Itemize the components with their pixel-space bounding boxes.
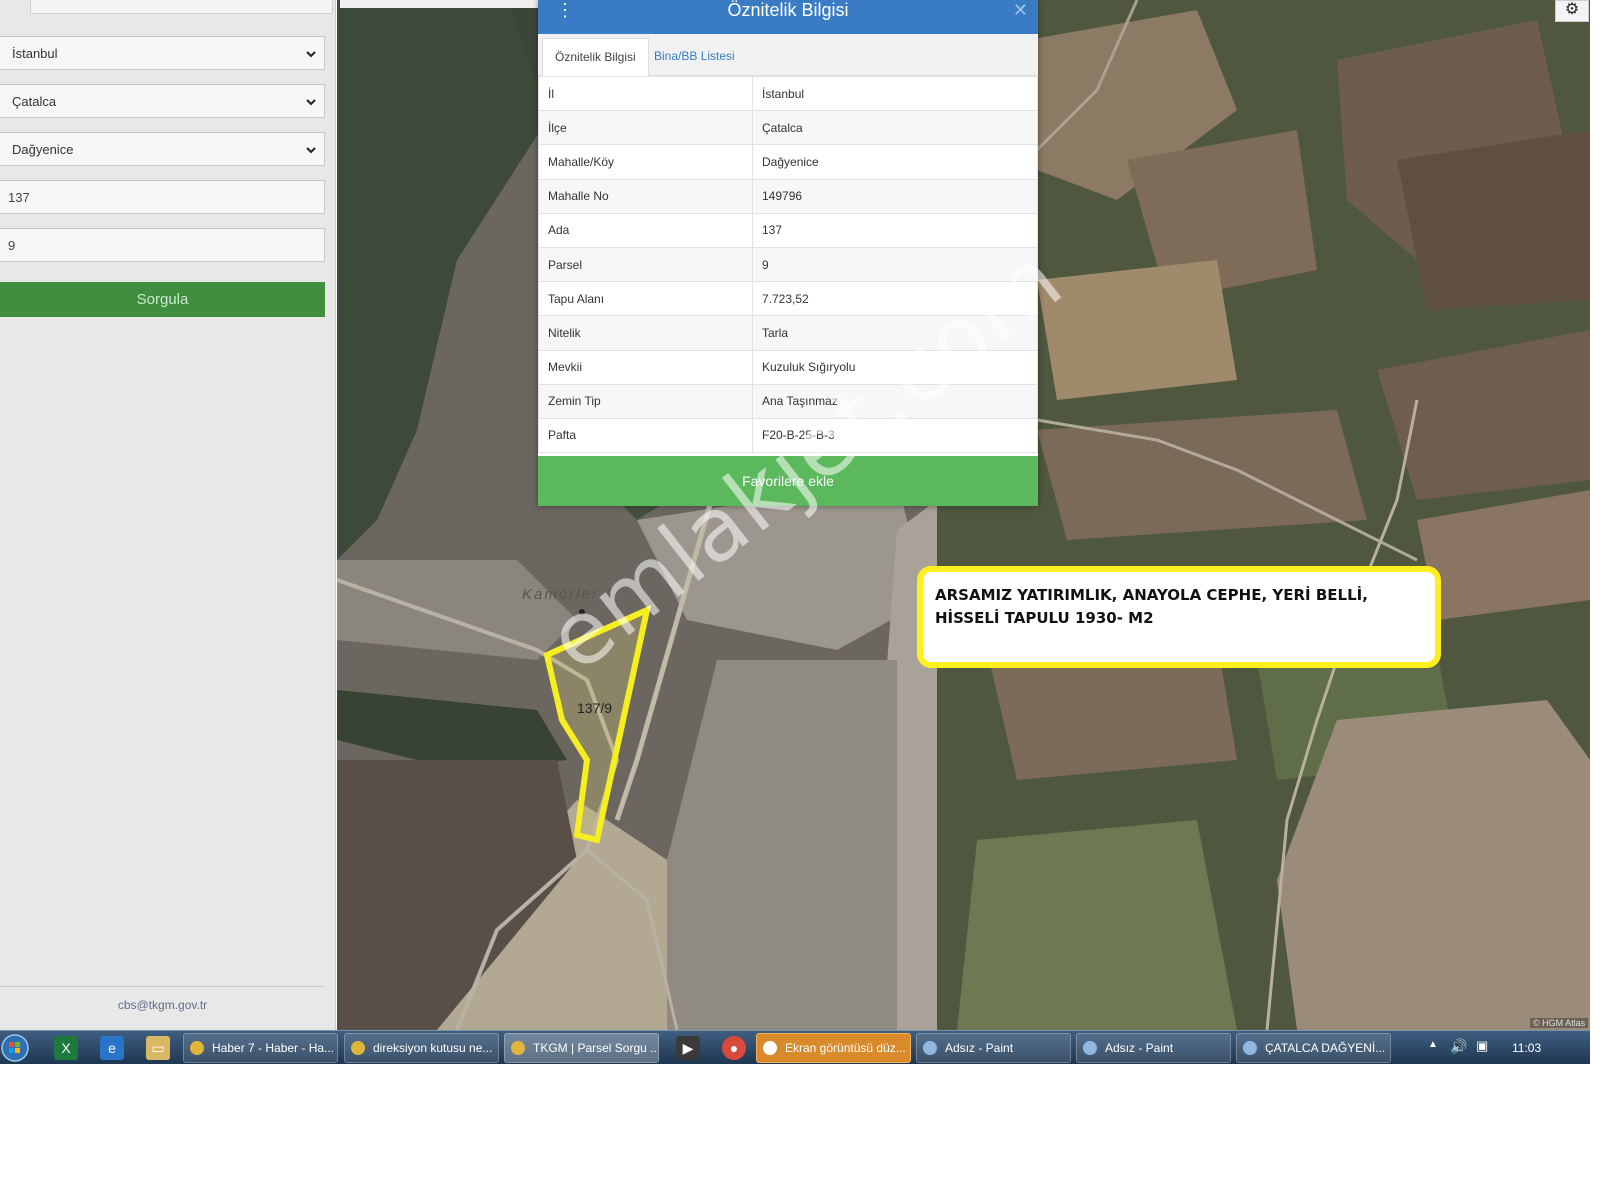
taskbar-item-paint-2[interactable]: Adsız - Paint <box>1076 1033 1231 1063</box>
popup-title: Öznitelik Bilgisi <box>727 0 849 20</box>
attr-key: Tapu Alanı <box>538 281 753 317</box>
table-row: İl İstanbul <box>538 75 1038 112</box>
show-hidden-icons-icon[interactable]: ▲ <box>1428 1039 1438 1050</box>
volume-icon[interactable]: 🔊 <box>1450 1038 1467 1055</box>
taskbar-item-label: ÇATALCA DAĞYENİ... <box>1265 1041 1386 1055</box>
attr-key: İl <box>538 75 753 112</box>
chrome-icon <box>511 1041 525 1055</box>
taskbar-item-label: TKGM | Parsel Sorgu ... <box>533 1041 659 1055</box>
taskbar-item-yandex[interactable]: Ekran görüntüsü düz... <box>756 1033 911 1063</box>
footer-email-link[interactable]: cbs@tkgm.gov.tr <box>0 986 325 1030</box>
sidebar-top-control[interactable] <box>30 0 333 14</box>
paint-icon <box>1083 1041 1097 1055</box>
media-player-icon[interactable]: ▶ <box>676 1036 700 1060</box>
close-icon[interactable]: ✕ <box>1013 1 1028 19</box>
paint-icon <box>923 1041 937 1055</box>
taskbar-item-catalca[interactable]: ÇATALCA DAĞYENİ... <box>1236 1033 1391 1063</box>
map-attribution: © HGM Atlas <box>1530 1018 1589 1028</box>
tab-building-list[interactable]: Bina/BB Listesi <box>642 38 747 76</box>
parcel-label: 137/9 <box>577 700 613 716</box>
province-select-value: İstanbul <box>12 46 58 61</box>
attr-value: 137 <box>752 212 1038 248</box>
district-select-value: Çatalca <box>12 94 57 109</box>
system-tray: ▲ 🔊 ▣ <box>1420 1031 1590 1065</box>
table-row: Mahalle/Köy Dağyenice <box>538 144 1038 180</box>
taskbar-item-direksiyon[interactable]: direksiyon kutusu ne... <box>344 1033 499 1063</box>
attr-key: Nitelik <box>538 315 753 351</box>
query-button[interactable]: Sorgula <box>0 282 325 317</box>
internet-explorer-icon[interactable]: e <box>100 1036 124 1060</box>
settings-button[interactable]: ⚙ <box>1555 0 1589 22</box>
neighborhood-select-value: Dağyenice <box>12 142 74 157</box>
paint-icon <box>1243 1041 1257 1055</box>
attr-key: Zemin Tip <box>538 383 753 419</box>
network-icon[interactable]: ▣ <box>1476 1038 1488 1054</box>
taskbar-item-paint-1[interactable]: Adsız - Paint <box>916 1033 1071 1063</box>
attr-value: Çatalca <box>752 110 1038 146</box>
taskbar-item-label: Adsız - Paint <box>945 1041 1014 1055</box>
taskbar-item-label: Haber 7 - Haber - Ha... <box>212 1041 335 1055</box>
table-row: İlçe Çatalca <box>538 110 1038 146</box>
attr-value: 149796 <box>752 178 1038 214</box>
attr-key: Pafta <box>538 417 753 454</box>
attr-key: Mahalle/Köy <box>538 144 753 180</box>
table-row: Mahalle No 149796 <box>538 178 1038 214</box>
folder-icon[interactable]: ▭ <box>146 1036 170 1060</box>
start-button-icon[interactable] <box>0 1031 32 1065</box>
yandex-icon <box>763 1041 777 1055</box>
map-toolbar <box>340 0 540 8</box>
chevron-down-icon <box>306 99 316 106</box>
chevron-down-icon <box>306 51 316 58</box>
clock[interactable]: 11:03 <box>1512 1031 1541 1065</box>
neighborhood-select[interactable]: Dağyenice <box>0 132 325 166</box>
parcel-input[interactable]: 9 <box>0 228 325 262</box>
taskbar-item-tkgm[interactable]: TKGM | Parsel Sorgu ... <box>504 1033 659 1063</box>
province-select[interactable]: İstanbul <box>0 36 325 70</box>
callout-text: ARSAMIZ YATIRIMLIK, ANAYOLA CEPHE, YERİ … <box>935 586 1368 627</box>
popup-tabs: Öznitelik Bilgisi Bina/BB Listesi <box>538 34 1038 76</box>
attr-value: Dağyenice <box>752 144 1038 180</box>
taskbar-item-label: direksiyon kutusu ne... <box>373 1041 493 1055</box>
chrome-icon <box>190 1041 204 1055</box>
popup-header: ⋮ Öznitelik Bilgisi ✕ <box>538 0 1038 34</box>
chrome-icon[interactable]: ● <box>722 1036 746 1060</box>
attr-key: Parsel <box>538 246 753 283</box>
chrome-icon <box>351 1041 365 1055</box>
table-row: Ada 137 <box>538 212 1038 248</box>
attr-value: İstanbul <box>752 75 1038 112</box>
taskbar-item-haber7[interactable]: Haber 7 - Haber - Ha... <box>183 1033 338 1063</box>
query-sidebar: İstanbul Çatalca Dağyenice 137 9 Sorgula… <box>0 0 336 1030</box>
block-input[interactable]: 137 <box>0 180 325 214</box>
chevron-down-icon <box>306 147 316 154</box>
attr-key: Mevkii <box>538 349 753 385</box>
windows-taskbar: X e ▭ Haber 7 - Haber - Ha... direksiyon… <box>0 1030 1590 1064</box>
taskbar-item-label: Ekran görüntüsü düz... <box>785 1041 906 1055</box>
taskbar-item-label: Adsız - Paint <box>1105 1041 1174 1055</box>
excel-icon[interactable]: X <box>54 1036 78 1060</box>
attr-key: Ada <box>538 212 753 248</box>
district-select[interactable]: Çatalca <box>0 84 325 118</box>
attr-key: İlçe <box>538 110 753 146</box>
tab-attribute-info[interactable]: Öznitelik Bilgisi <box>542 38 649 76</box>
annotation-callout: ARSAMIZ YATIRIMLIK, ANAYOLA CEPHE, YERİ … <box>917 566 1441 668</box>
gear-icon: ⚙ <box>1564 1 1580 18</box>
attr-key: Mahalle No <box>538 178 753 214</box>
